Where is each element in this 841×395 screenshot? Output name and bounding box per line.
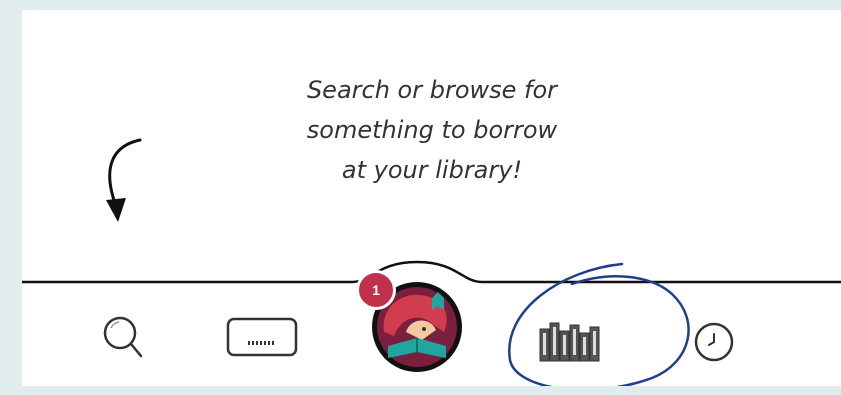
library-panel: Search or browse for something to borrow… xyxy=(22,10,841,386)
keyboard-icon xyxy=(226,317,298,357)
nav-keyboard-button[interactable] xyxy=(222,315,302,360)
hint-line-1: Search or browse for xyxy=(306,76,558,104)
nav-shelf-button[interactable] xyxy=(530,315,610,365)
clock-icon xyxy=(694,322,734,362)
empty-shelf-hint: Search or browse for something to borrow… xyxy=(172,70,692,190)
search-icon xyxy=(103,316,143,358)
nav-timeline-button[interactable] xyxy=(692,320,736,364)
hint-line-3: at your library! xyxy=(341,156,523,184)
notification-badge: 1 xyxy=(356,270,396,310)
curved-arrow-icon xyxy=(106,138,142,222)
shelf-icon xyxy=(539,322,600,362)
nav-search-button[interactable] xyxy=(97,310,147,370)
hint-line-2: something to borrow xyxy=(306,116,558,144)
